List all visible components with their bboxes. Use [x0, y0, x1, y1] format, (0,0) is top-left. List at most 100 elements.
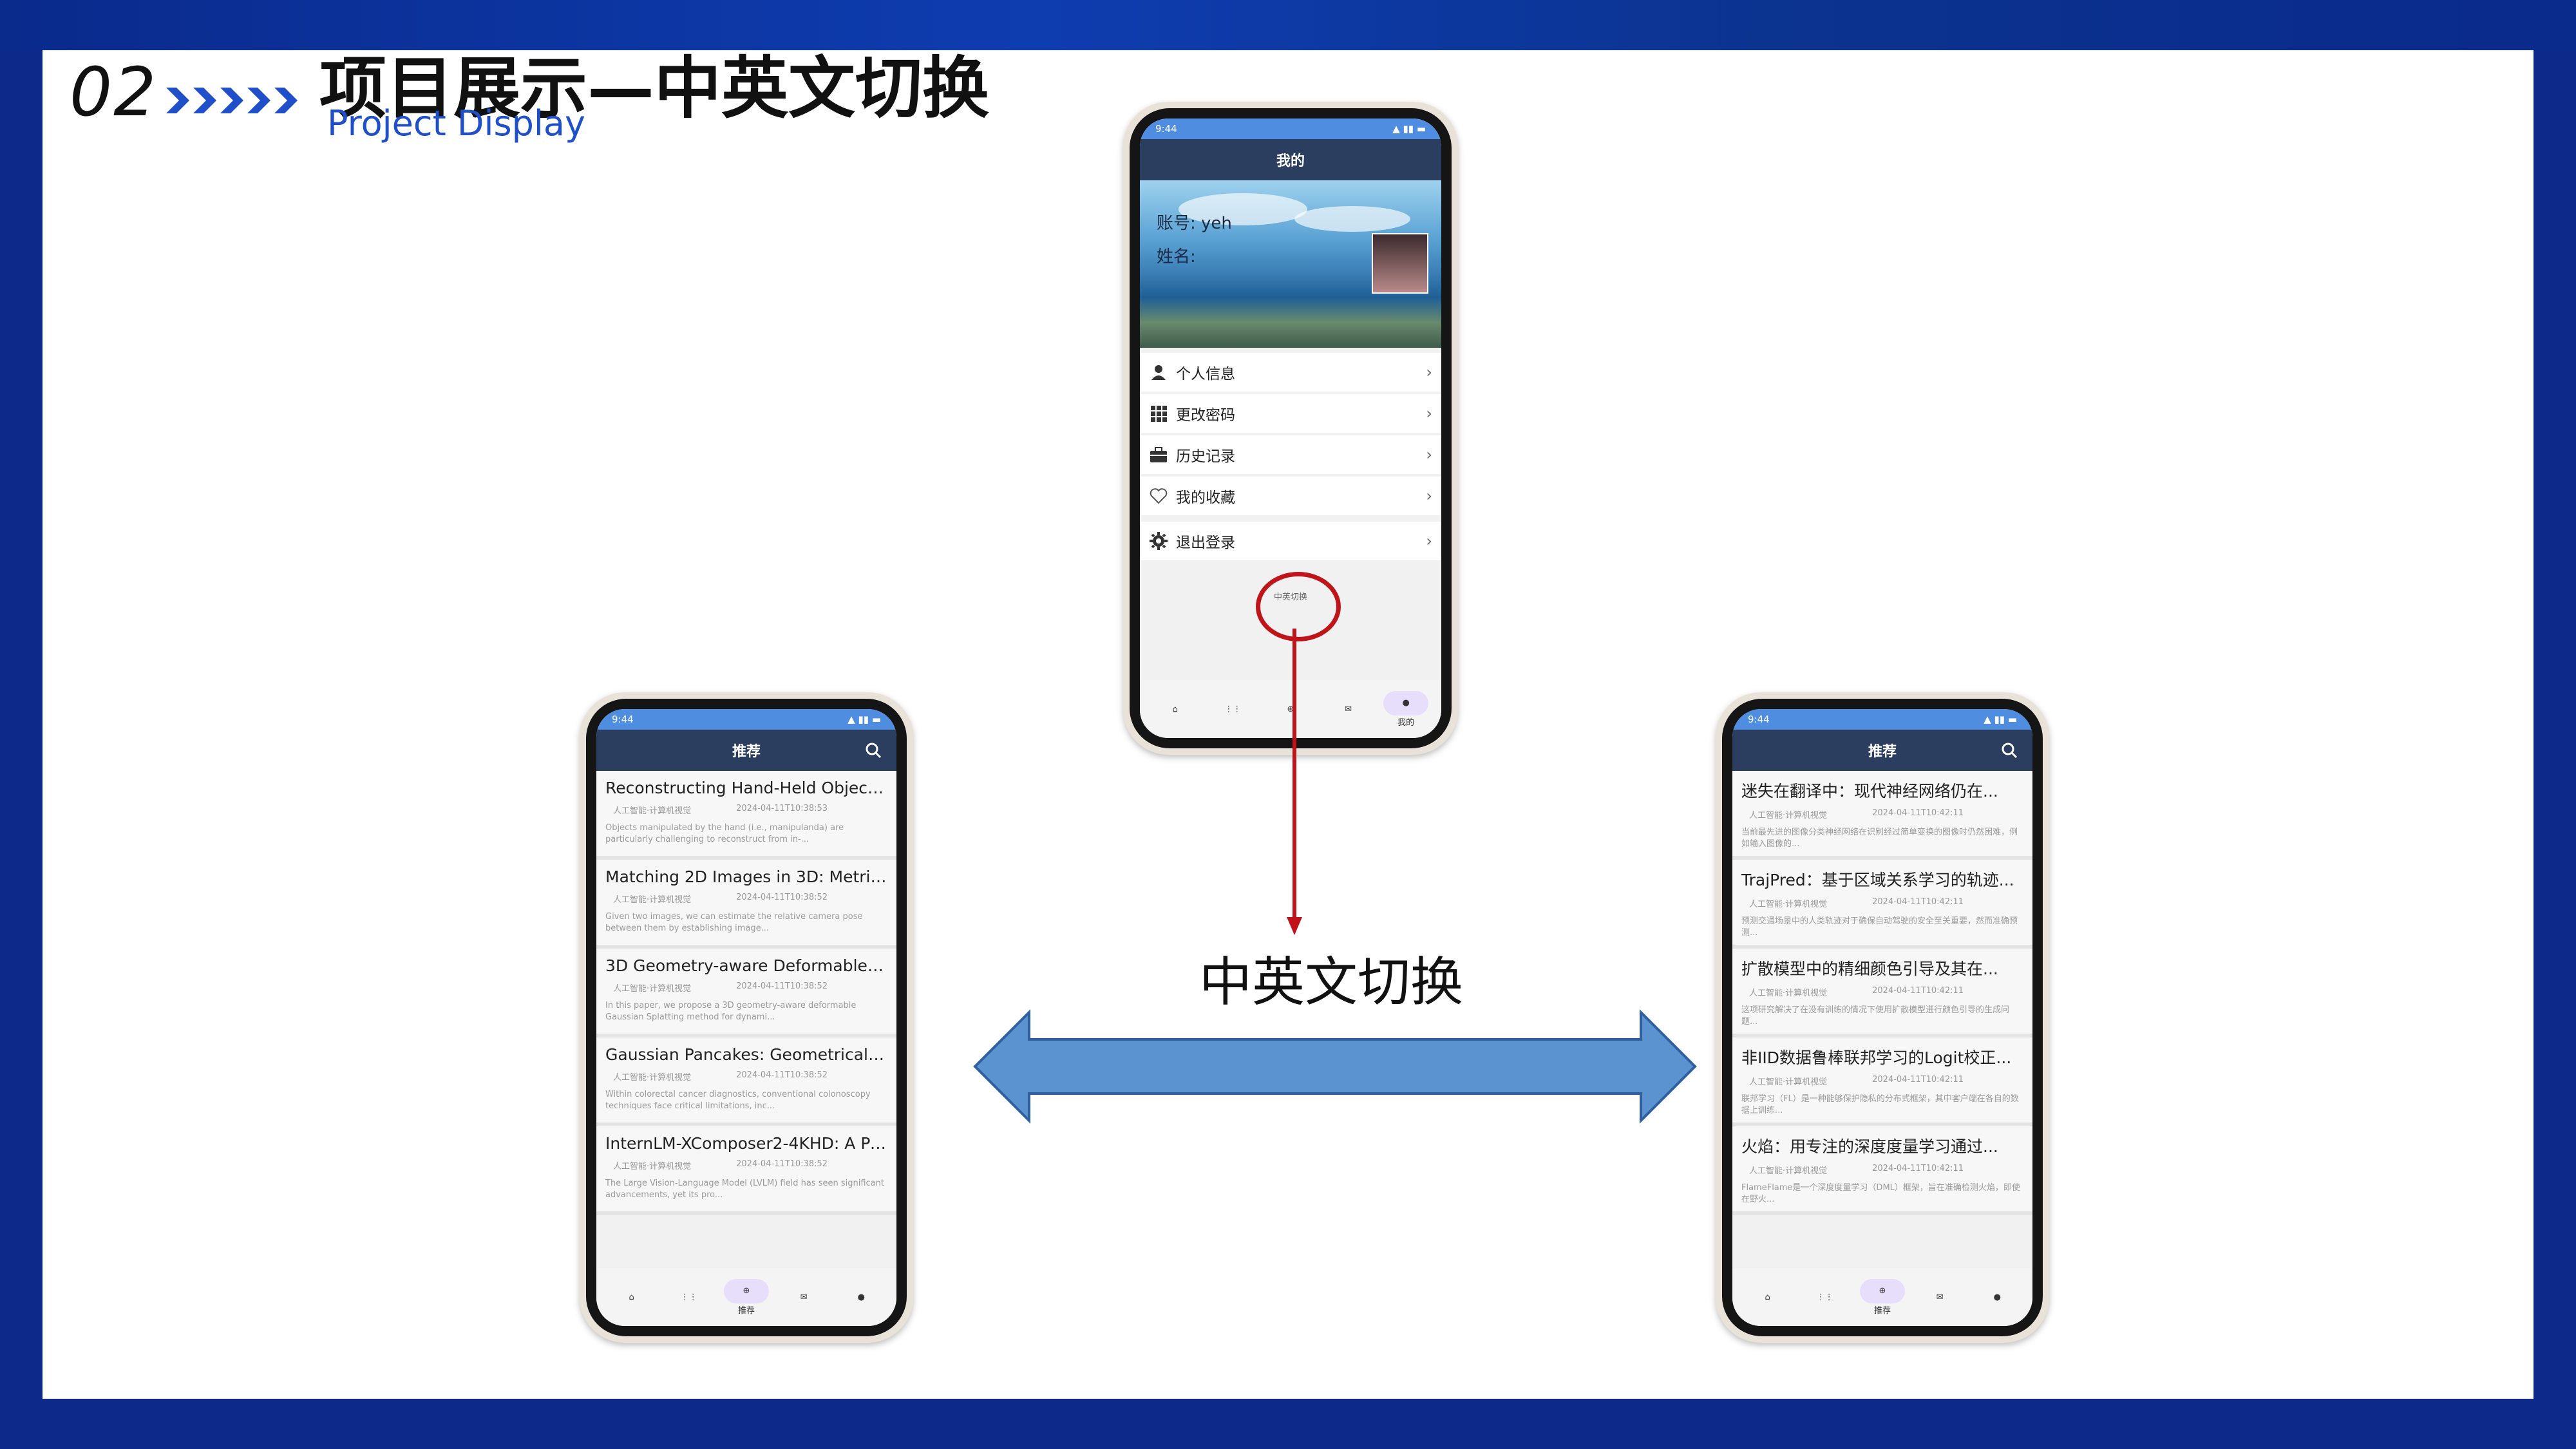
list-item[interactable]: Gaussian Pancakes: Geometrically-... 人工智… — [596, 1037, 896, 1126]
item-date: 2024-04-11T10:42:11 — [1872, 1164, 1964, 1173]
status-icons: ▲ ▮▮ ▬ — [1984, 714, 2017, 725]
item-category: 人工智能·计算机视觉 — [613, 984, 692, 994]
item-date: 2024-04-11T10:42:11 — [1872, 1075, 1964, 1084]
item-title: TrajPred：基于区域关系学习的轨迹... — [1741, 871, 2014, 889]
compass-icon: ⊕ — [743, 1286, 750, 1296]
tab-mine[interactable]: ● — [1975, 1293, 2020, 1302]
chevron-right-icon: › — [1426, 487, 1432, 505]
tab-home[interactable]: ⌂ — [1745, 1293, 1790, 1302]
menu-history[interactable]: 历史记录 › — [1140, 435, 1441, 474]
tab-home[interactable]: ⌂ — [1153, 705, 1198, 714]
tab-apps[interactable]: ⋮⋮ — [667, 1293, 712, 1302]
item-title: 非IID数据鲁棒联邦学习的Logit校正... — [1741, 1048, 2012, 1067]
feed-list: Reconstructing Hand-Held Object... 人工智能·… — [596, 771, 896, 1215]
avatar[interactable] — [1372, 233, 1428, 294]
nav-bar: 推荐 — [1732, 730, 2032, 771]
menu-logout[interactable]: 退出登录 › — [1140, 522, 1441, 560]
tab-apps[interactable]: ⋮⋮ — [1210, 705, 1255, 714]
item-date: 2024-04-11T10:42:11 — [1872, 986, 1964, 996]
item-meta: 人工智能·计算机视觉 2024-04-11T10:38:52 — [613, 1159, 887, 1171]
menu-label: 退出登录 — [1176, 535, 1235, 551]
person-icon: ● — [1402, 698, 1410, 708]
list-item[interactable]: TrajPred：基于区域关系学习的轨迹... 人工智能·计算机视觉 2024-0… — [1732, 860, 2032, 949]
item-abstract: Given two images, we can estimate the re… — [605, 912, 863, 933]
person-icon: ● — [1993, 1292, 2002, 1302]
item-title: 扩散模型中的精细颜色引导及其在... — [1741, 960, 1998, 978]
list-item[interactable]: InternLM-XComposer2-4KHD: A Pi... 人工智能·计… — [596, 1126, 896, 1215]
tab-messages[interactable]: ✉ — [1326, 705, 1371, 714]
tab-recommend[interactable]: ⊕ 推荐 — [723, 1278, 769, 1316]
item-category: 人工智能·计算机视觉 — [1749, 811, 1828, 820]
search-icon[interactable] — [2000, 741, 2018, 759]
tab-label: 我的 — [1397, 717, 1415, 728]
item-title: Reconstructing Hand-Held Object... — [605, 779, 887, 797]
nav-bar: 我的 — [1140, 139, 1441, 180]
menu-label: 历史记录 — [1176, 448, 1235, 465]
compass-icon: ⊕ — [1879, 1286, 1886, 1296]
item-date: 2024-04-11T10:42:11 — [1872, 808, 1964, 818]
menu-label: 个人信息 — [1176, 366, 1235, 383]
list-item[interactable]: 3D Geometry-aware Deformable G... 人工智能·计… — [596, 949, 896, 1037]
tab-bar: ⌂ ⋮⋮ ⊕ 推荐 ✉ ● — [1732, 1268, 2032, 1326]
item-meta: 人工智能·计算机视觉 2024-04-11T10:42:11 — [1749, 986, 2023, 998]
tab-messages[interactable]: ✉ — [781, 1293, 826, 1302]
item-date: 2024-04-11T10:38:53 — [736, 804, 828, 813]
person-icon — [1148, 363, 1170, 381]
search-icon[interactable] — [864, 741, 882, 759]
tab-home[interactable]: ⌂ — [609, 1293, 654, 1302]
mail-icon: ✉ — [1345, 704, 1352, 714]
tab-label: 推荐 — [1873, 1305, 1891, 1316]
menu-personal-info[interactable]: 个人信息 › — [1140, 353, 1441, 392]
status-icons: ▲ ▮▮ ▬ — [848, 714, 881, 725]
item-date: 2024-04-11T10:38:52 — [736, 981, 828, 991]
chinese-phone: 9:44 ▲ ▮▮ ▬ 推荐 迷失在翻译中：现代神经网络仍在... 人工智能·计… — [1716, 692, 2049, 1343]
nav-bar: 推荐 — [596, 730, 896, 771]
item-category: 人工智能·计算机视觉 — [613, 1162, 692, 1171]
item-title: 火焰：用专注的深度度量学习通过... — [1741, 1137, 1998, 1156]
menu-favorites[interactable]: 我的收藏 › — [1140, 477, 1441, 515]
list-item[interactable]: 火焰：用专注的深度度量学习通过... 人工智能·计算机视觉 2024-04-11T… — [1732, 1126, 2032, 1215]
item-title: Matching 2D Images in 3D: Metric ... — [605, 867, 887, 886]
tab-mine[interactable]: ● 我的 — [1383, 690, 1429, 728]
list-item[interactable]: 扩散模型中的精细颜色引导及其在... 人工智能·计算机视觉 2024-04-11T… — [1732, 949, 2032, 1037]
profile-banner: 账号: yeh 姓名: — [1140, 180, 1441, 348]
menu-change-password[interactable]: 更改密码 › — [1140, 394, 1441, 433]
english-phone: 9:44 ▲ ▮▮ ▬ 推荐 Reconstructing Hand-Held … — [580, 692, 913, 1343]
item-meta: 人工智能·计算机视觉 2024-04-11T10:42:11 — [1749, 1075, 2023, 1087]
item-meta: 人工智能·计算机视觉 2024-04-11T10:38:52 — [613, 981, 887, 994]
chevrons-icon — [166, 88, 298, 113]
item-abstract: 预测交通场景中的人类轨迹对于确保自动驾驶的安全至关重要，然而准确预测... — [1741, 916, 2018, 938]
chevron-right-icon: › — [1426, 363, 1432, 381]
list-item[interactable]: Reconstructing Hand-Held Object... 人工智能·… — [596, 771, 896, 860]
account-label: 账号: yeh — [1157, 214, 1232, 233]
item-abstract: In this paper, we propose a 3D geometry-… — [605, 1001, 857, 1022]
home-icon: ⌂ — [629, 1292, 634, 1302]
item-category: 人工智能·计算机视觉 — [613, 895, 692, 905]
nav-title: 我的 — [1276, 153, 1305, 169]
item-meta: 人工智能·计算机视觉 2024-04-11T10:38:52 — [613, 893, 887, 905]
item-meta: 人工智能·计算机视觉 2024-04-11T10:42:11 — [1749, 1164, 2023, 1176]
menu-label: 更改密码 — [1176, 407, 1235, 424]
tab-messages[interactable]: ✉ — [1917, 1293, 1962, 1302]
tab-bar: ⌂ ⋮⋮ ⊕ 推荐 ✉ ● — [596, 1268, 896, 1326]
tab-apps[interactable]: ⋮⋮ — [1803, 1293, 1848, 1302]
item-date: 2024-04-11T10:42:11 — [1872, 897, 1964, 907]
phone-screen: 9:44 ▲ ▮▮ ▬ 推荐 Reconstructing Hand-Held … — [596, 709, 896, 1326]
home-icon: ⌂ — [1765, 1292, 1770, 1302]
tab-mine[interactable]: ● — [838, 1293, 884, 1302]
item-meta: 人工智能·计算机视觉 2024-04-11T10:42:11 — [1749, 808, 2023, 820]
tab-recommend[interactable]: ⊕ 推荐 — [1859, 1278, 1905, 1316]
list-item[interactable]: 非IID数据鲁棒联邦学习的Logit校正... 人工智能·计算机视觉 2024-0… — [1732, 1037, 2032, 1126]
list-item[interactable]: 迷失在翻译中：现代神经网络仍在... 人工智能·计算机视觉 2024-04-11T… — [1732, 771, 2032, 860]
status-time: 9:44 — [1155, 123, 1177, 135]
page-subtitle: Project Display — [327, 103, 585, 144]
person-icon: ● — [857, 1292, 866, 1302]
item-abstract: The Large Vision-Language Model (LVLM) f… — [605, 1179, 884, 1200]
list-item[interactable]: Matching 2D Images in 3D: Metric ... 人工智… — [596, 860, 896, 949]
status-time: 9:44 — [612, 714, 634, 725]
grid-icon — [1148, 404, 1170, 422]
item-abstract: 这项研究解决了在没有训练的情况下使用扩散模型进行颜色引导的生成问题... — [1741, 1005, 2010, 1027]
heart-icon — [1148, 487, 1170, 505]
double-arrow — [973, 1009, 1697, 1124]
menu-label: 我的收藏 — [1176, 489, 1235, 506]
